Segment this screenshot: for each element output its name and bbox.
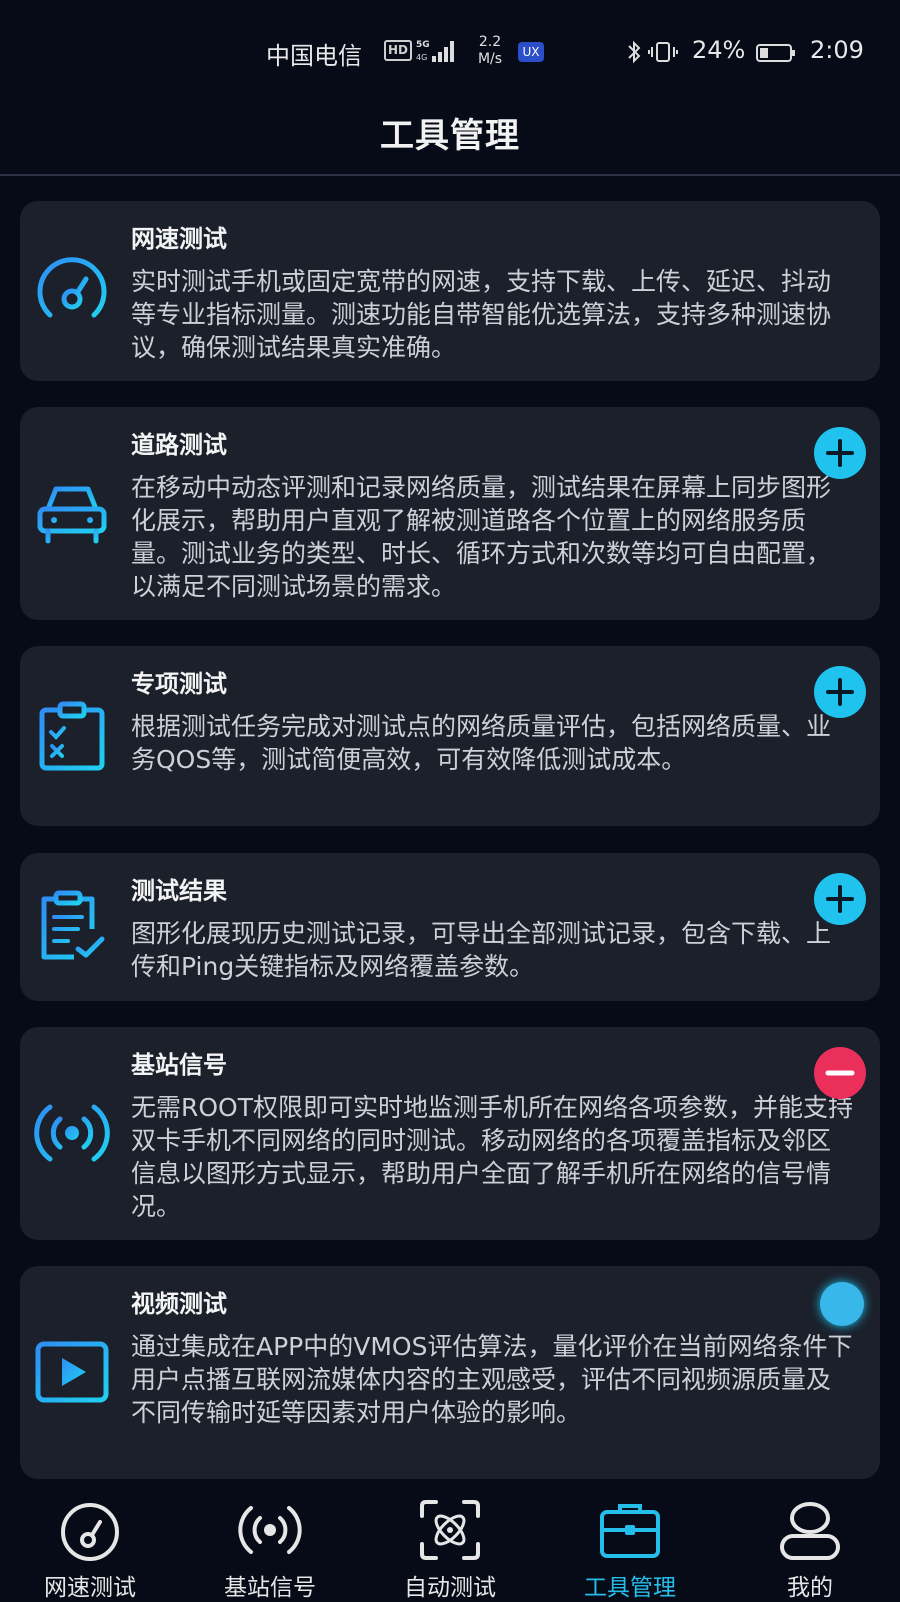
vibrate-icon [648, 42, 678, 62]
bluetooth-icon [628, 40, 641, 64]
speedometer-icon [61, 1503, 119, 1561]
clipboard-check-icon [39, 701, 105, 771]
battery-percent: 24% [692, 36, 746, 64]
tool-card-special-test[interactable]: 专项测试 根据测试任务完成对测试点的网络质量评估，包括网络质量、业务QOS等，测… [20, 646, 880, 826]
card-description: 在移动中动态评测和记录网络质量，测试结果在屏幕上同步图形化展示，帮助用户直观了解… [131, 473, 832, 601]
add-button[interactable] [814, 666, 866, 718]
card-title: 视频测试 [131, 1290, 227, 1318]
card-description: 根据测试任务完成对测试点的网络质量评估，包括网络质量、业务QOS等，测试简便高效… [131, 712, 832, 774]
plus-icon [826, 439, 854, 467]
header-divider [0, 174, 900, 176]
tool-card-speed-test[interactable]: 网速测试 实时测试手机或固定宽带的网速，支持下载、上传、延迟、抖动等专业指标测量… [20, 201, 880, 381]
card-description: 图形化展现历史测试记录，可导出全部测试记录，包含下载、上传和Ping关键指标及网… [131, 919, 832, 981]
ux-badge-icon: UX [518, 42, 544, 62]
svg-text:4G: 4G [416, 53, 427, 62]
card-title: 网速测试 [131, 225, 227, 253]
signal-broadcast-icon [238, 1506, 302, 1554]
plus-icon [826, 885, 854, 913]
bottom-nav: 网速测试 基站信号 自动测试 工具管理 我的 [0, 1490, 900, 1601]
battery-icon [756, 44, 795, 62]
nav-label: 工具管理 [584, 1575, 676, 1601]
signal-broadcast-icon [34, 1104, 110, 1162]
speedometer-icon [37, 257, 107, 318]
status-bar: 中国电信 HD 5G 4G 2.2 M/s UX 24% 2:09 [0, 0, 900, 100]
nav-item-profile[interactable]: 我的 [720, 1490, 900, 1601]
network-speed-unit: M/s [477, 51, 503, 67]
nav-label: 基站信号 [224, 1575, 316, 1601]
toggle-button[interactable] [820, 1282, 864, 1326]
tool-card-video-test[interactable]: 视频测试 通过集成在APP中的VMOS评估算法，量化评价在当前网络条件下用户点播… [20, 1266, 880, 1479]
user-icon [780, 1502, 840, 1560]
car-icon [37, 486, 107, 544]
tool-card-base-station-signal[interactable]: 基站信号 无需ROOT权限即可实时地监测手机所在网络各项参数，并能支持双卡手机不… [20, 1027, 880, 1240]
svg-text:5G: 5G [416, 40, 430, 50]
network-speed: 2.2 M/s [470, 34, 510, 68]
cellular-signal-icon: 5G 4G [416, 40, 454, 62]
nav-item-speed-test[interactable]: 网速测试 [0, 1490, 180, 1601]
nav-label: 我的 [787, 1575, 833, 1601]
page-title: 工具管理 [380, 116, 520, 156]
card-title: 基站信号 [131, 1051, 227, 1079]
plus-icon [826, 678, 854, 706]
card-title: 道路测试 [131, 431, 227, 459]
add-button[interactable] [814, 873, 866, 925]
card-description: 实时测试手机或固定宽带的网速，支持下载、上传、延迟、抖动等专业指标测量。测速功能… [131, 267, 832, 362]
video-play-icon [35, 1341, 109, 1403]
nav-label: 网速测试 [44, 1575, 136, 1601]
hd-voice-icon: HD [384, 40, 412, 61]
document-check-icon [41, 890, 105, 960]
clock: 2:09 [810, 36, 864, 64]
nav-label: 自动测试 [404, 1575, 496, 1601]
minus-icon [825, 1070, 855, 1076]
nav-item-auto-test[interactable]: 自动测试 [360, 1490, 540, 1601]
add-button[interactable] [814, 427, 866, 479]
card-title: 测试结果 [131, 877, 227, 905]
nav-item-tool-management[interactable]: 工具管理 [540, 1490, 720, 1601]
card-description: 通过集成在APP中的VMOS评估算法，量化评价在当前网络条件下用户点播互联网流媒… [131, 1332, 853, 1427]
nav-item-base-station[interactable]: 基站信号 [180, 1490, 360, 1601]
card-title: 专项测试 [131, 670, 227, 698]
toolbox-icon [600, 1504, 660, 1558]
remove-button[interactable] [814, 1047, 866, 1099]
carrier-name: 中国电信 [266, 42, 362, 70]
network-speed-value: 2.2 [478, 34, 502, 50]
card-description: 无需ROOT权限即可实时地监测手机所在网络各项参数，并能支持双卡手机不同网络的同… [131, 1093, 853, 1221]
scan-atom-icon [420, 1500, 480, 1560]
tool-card-test-results[interactable]: 测试结果 图形化展现历史测试记录，可导出全部测试记录，包含下载、上传和Ping关… [20, 853, 880, 1001]
tool-card-road-test[interactable]: 道路测试 在移动中动态评测和记录网络质量，测试结果在屏幕上同步图形化展示，帮助用… [20, 407, 880, 620]
